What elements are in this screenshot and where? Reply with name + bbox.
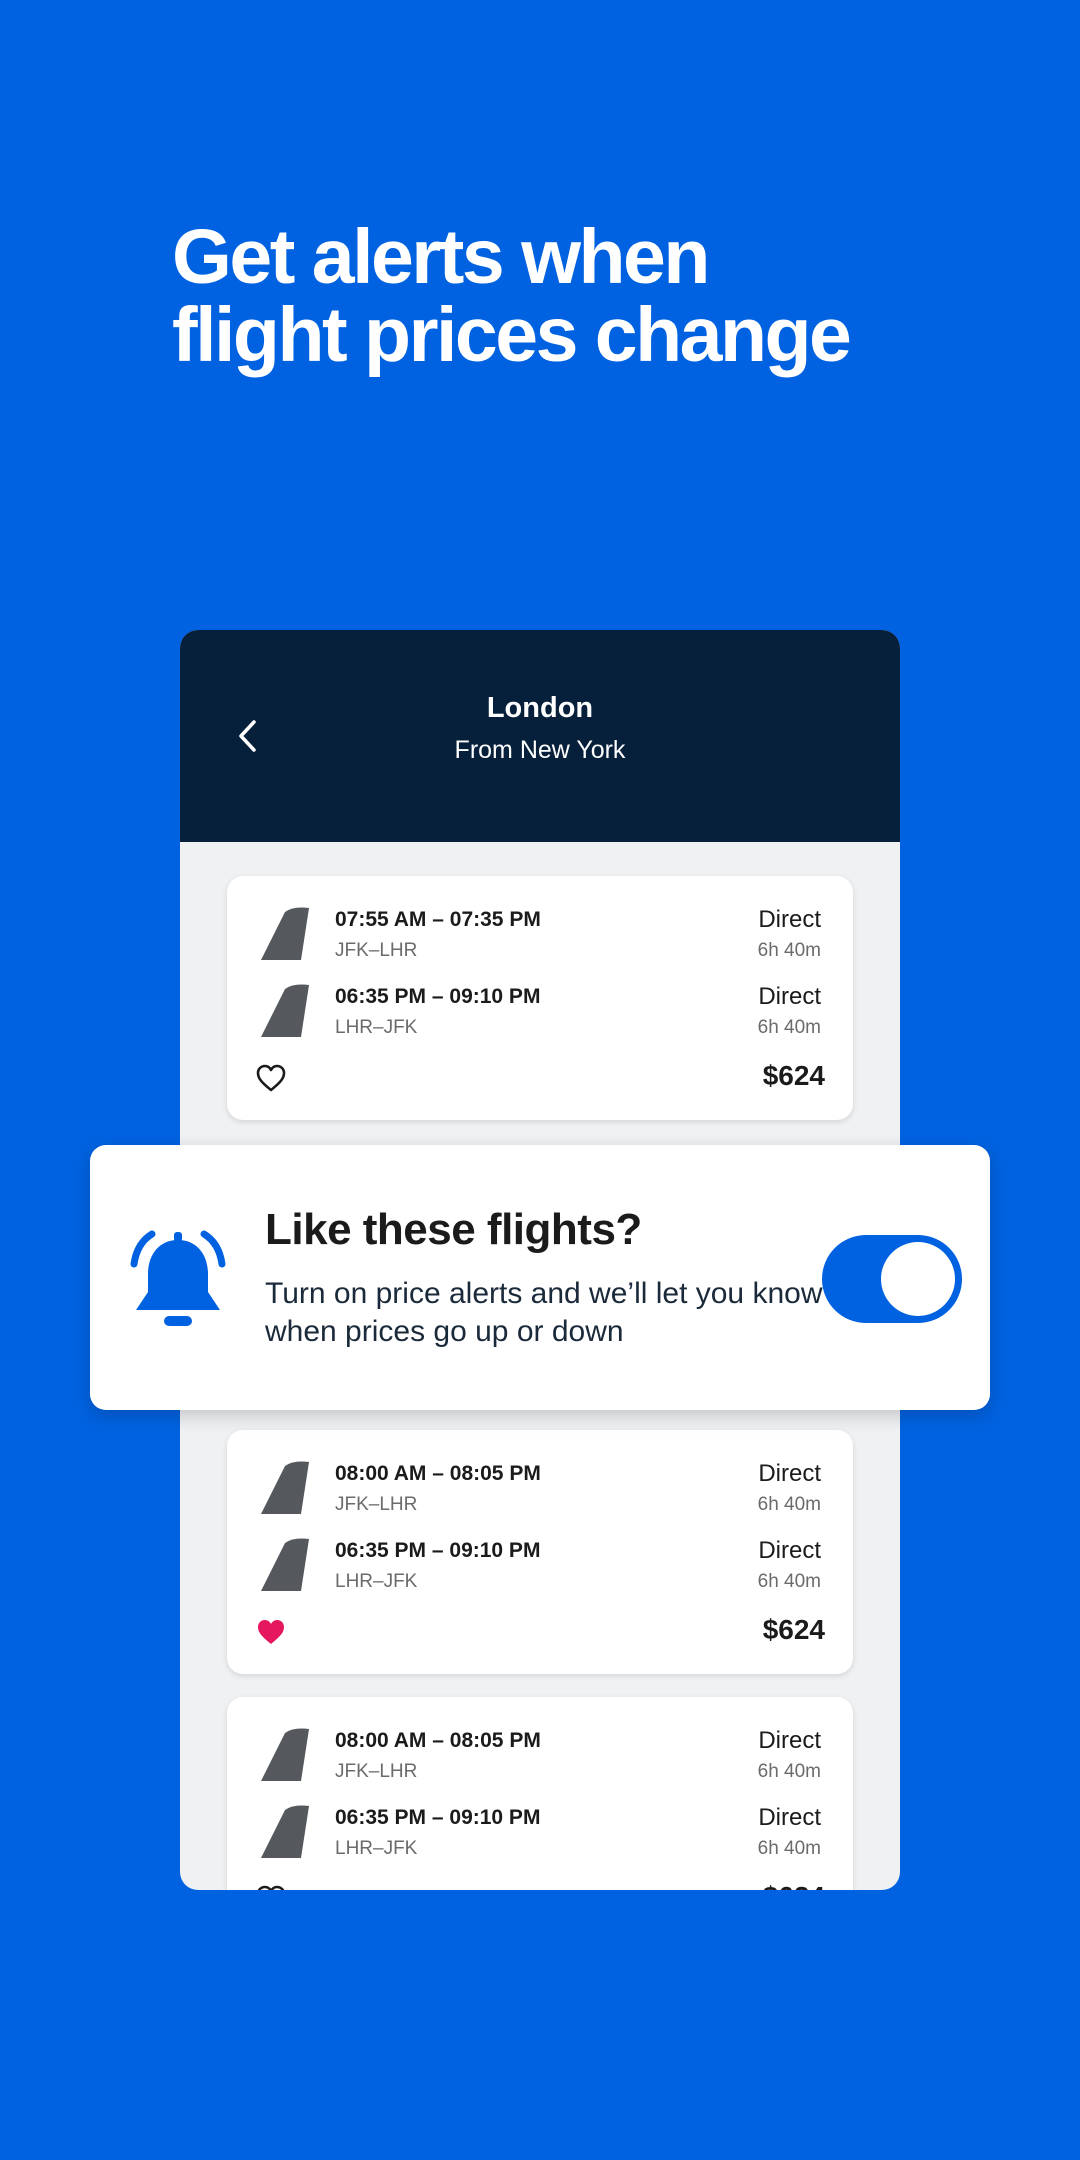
leg-time: 08:00 AM – 08:05 PM	[335, 1462, 541, 1485]
price: $624	[763, 1881, 825, 1890]
leg-stops: Direct	[758, 1804, 821, 1831]
flight-result-card[interactable]: 08:00 AM – 08:05 PM JFK–LHR Direct 6h 40…	[227, 1697, 853, 1890]
leg-stops: Direct	[758, 1537, 821, 1564]
leg-time: 06:35 PM – 09:10 PM	[335, 1806, 541, 1829]
headline-line-1: Get alerts when	[172, 214, 710, 300]
heart-filled-icon[interactable]	[255, 1616, 287, 1648]
leg-route: JFK–LHR	[335, 1494, 418, 1515]
airline-tail-icon	[261, 1728, 309, 1781]
heart-icon[interactable]	[255, 1062, 287, 1094]
return-leg: 06:35 PM – 09:10 PM LHR–JFK Direct 6h 40…	[227, 981, 853, 1043]
leg-duration: 6h 40m	[757, 1571, 821, 1592]
outbound-leg: 08:00 AM – 08:05 PM JFK–LHR Direct 6h 40…	[227, 1458, 853, 1520]
origin-subtitle: From New York	[454, 736, 626, 764]
airline-tail-icon	[261, 1538, 309, 1591]
toggle-knob	[881, 1242, 955, 1316]
price-alert-toggle[interactable]	[822, 1235, 962, 1323]
flight-result-card[interactable]: 07:55 AM – 07:35 PM JFK–LHR Direct 6h 40…	[227, 876, 853, 1120]
headline: Get alerts when flight prices change	[172, 218, 992, 374]
leg-stops: Direct	[758, 1460, 821, 1487]
outbound-leg: 08:00 AM – 08:05 PM JFK–LHR Direct 6h 40…	[227, 1725, 853, 1787]
leg-duration: 6h 40m	[757, 1017, 821, 1038]
leg-time: 08:00 AM – 08:05 PM	[335, 1729, 541, 1752]
leg-time: 06:35 PM – 09:10 PM	[335, 1539, 541, 1562]
airline-tail-icon	[261, 1805, 309, 1858]
bell-ringing-icon	[130, 1230, 226, 1326]
results-header: London From New York	[180, 630, 900, 842]
airline-tail-icon	[261, 984, 309, 1037]
headline-line-2: flight prices change	[172, 292, 852, 378]
leg-route: LHR–JFK	[335, 1838, 418, 1859]
price: $624	[762, 1614, 825, 1645]
return-leg: 06:35 PM – 09:10 PM LHR–JFK Direct 6h 40…	[227, 1802, 853, 1864]
outbound-leg: 07:55 AM – 07:35 PM JFK–LHR Direct 6h 40…	[227, 904, 853, 966]
leg-route: JFK–LHR	[335, 1761, 418, 1782]
heart-icon[interactable]	[255, 1883, 287, 1890]
destination-title: London	[486, 692, 594, 724]
leg-duration: 6h 40m	[757, 1761, 821, 1782]
leg-stops: Direct	[758, 906, 821, 933]
leg-time: 07:55 AM – 07:35 PM	[335, 908, 541, 931]
leg-duration: 6h 40m	[757, 1838, 821, 1859]
leg-duration: 6h 40m	[757, 1494, 821, 1515]
price-alert-card: Like these flights? Turn on price alerts…	[90, 1145, 990, 1410]
leg-route: LHR–JFK	[335, 1571, 418, 1592]
price: $624	[762, 1060, 825, 1091]
leg-time: 06:35 PM – 09:10 PM	[335, 985, 541, 1008]
leg-stops: Direct	[758, 1727, 821, 1754]
leg-route: LHR–JFK	[335, 1017, 418, 1038]
airline-tail-icon	[261, 907, 309, 960]
leg-stops: Direct	[758, 983, 821, 1010]
airline-tail-icon	[261, 1461, 309, 1514]
leg-duration: 6h 40m	[757, 940, 821, 961]
alert-title: Like these flights?	[265, 1205, 642, 1254]
alert-description: Turn on price alerts and we’ll let you k…	[265, 1277, 823, 1348]
return-leg: 06:35 PM – 09:10 PM LHR–JFK Direct 6h 40…	[227, 1535, 853, 1597]
leg-route: JFK–LHR	[335, 940, 418, 961]
flight-result-card[interactable]: 08:00 AM – 08:05 PM JFK–LHR Direct 6h 40…	[227, 1430, 853, 1674]
